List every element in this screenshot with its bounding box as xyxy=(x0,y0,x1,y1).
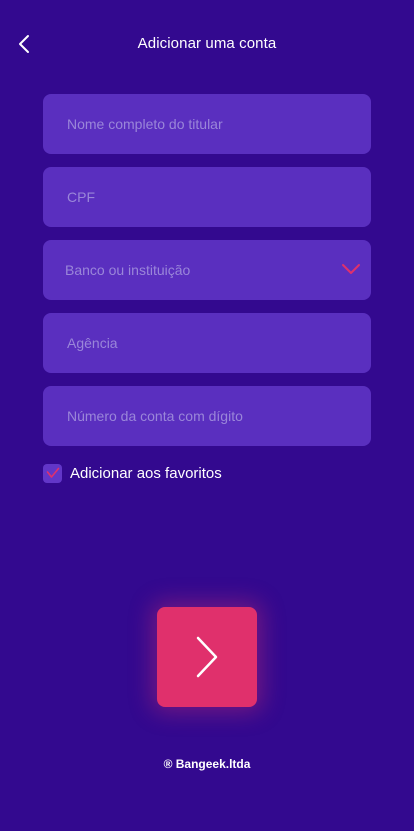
bank-select-label: Banco ou instituição xyxy=(65,262,191,278)
page-title: Adicionar uma conta xyxy=(137,35,277,52)
account-number-field[interactable] xyxy=(43,386,371,446)
full-name-input[interactable] xyxy=(65,115,349,133)
favorites-checkbox[interactable] xyxy=(43,463,62,483)
account-number-input[interactable] xyxy=(65,407,349,425)
favorites-label: Adicionar aos favoritos xyxy=(70,464,222,482)
cpf-field[interactable] xyxy=(43,167,371,227)
chevron-down-icon xyxy=(342,264,360,274)
next-button[interactable] xyxy=(157,607,257,707)
agency-field[interactable] xyxy=(43,313,371,373)
bank-select[interactable]: Banco ou instituição xyxy=(43,240,371,300)
favorites-row: Adicionar aos favoritos xyxy=(43,463,222,483)
agency-input[interactable] xyxy=(65,334,349,352)
cpf-input[interactable] xyxy=(65,188,349,206)
footer-copyright: ® Bangeek.ltda xyxy=(163,757,251,771)
check-icon xyxy=(46,467,59,478)
full-name-field[interactable] xyxy=(43,94,371,154)
chevron-right-icon xyxy=(196,636,218,678)
header: Adicionar uma conta xyxy=(0,0,414,90)
